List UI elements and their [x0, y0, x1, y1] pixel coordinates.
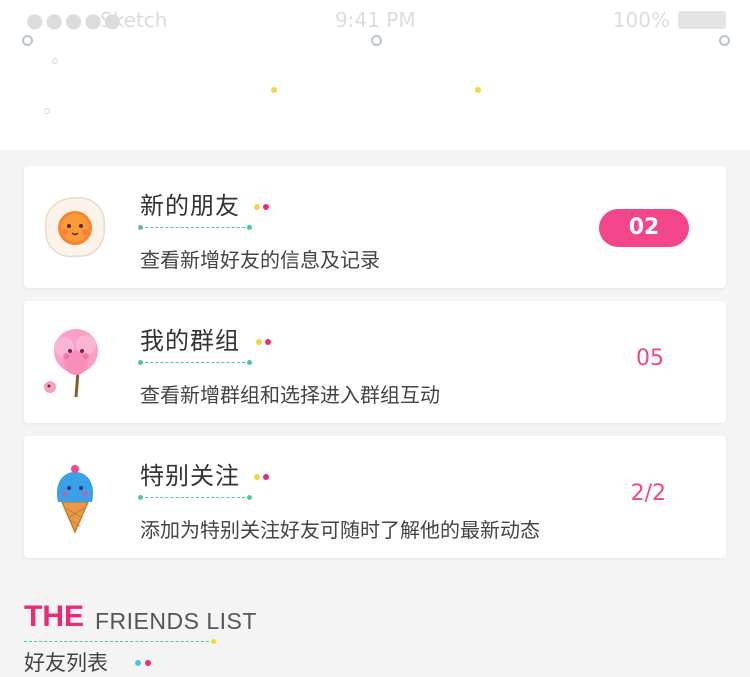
title-underline	[138, 360, 252, 365]
accent-dots-icon	[254, 204, 269, 210]
ice-cream-icon	[56, 465, 94, 534]
fried-egg-icon	[44, 197, 105, 258]
battery-icon	[678, 11, 726, 29]
battery: 100%	[613, 8, 726, 32]
accent-dots-icon	[135, 660, 151, 666]
count-badge: 02	[599, 209, 689, 247]
count-label: 05	[636, 346, 664, 371]
decor-ring-icon	[52, 58, 58, 64]
card-description: 查看新增好友的信息及记录	[140, 248, 380, 272]
status-time: 9:41 PM	[335, 8, 416, 32]
carrier-name: Sketch	[100, 8, 168, 32]
card-description: 查看新增群组和选择进入群组互动	[140, 383, 440, 407]
my-groups-card[interactable]: 我的群组 查看新增群组和选择进入群组互动 05	[24, 301, 726, 423]
friends-list-header: THE FRIENDS LIST 好友列表	[24, 600, 424, 675]
new-friends-card[interactable]: 新的朋友 查看新增好友的信息及记录 02	[24, 166, 726, 288]
decor-ring-icon	[22, 35, 33, 46]
special-attention-card[interactable]: 特别关注 添加为特别关注好友可随时了解他的最新动态 2/2	[24, 436, 726, 558]
card-title: 我的群组	[140, 327, 240, 355]
decor-dot-icon	[271, 87, 277, 93]
card-title: 特别关注	[140, 462, 240, 490]
count-label: 2/2	[630, 481, 666, 506]
section-title: FRIENDS LIST	[95, 608, 257, 634]
section-underline	[24, 639, 216, 644]
accent-dots-icon	[256, 339, 271, 345]
decor-ring-icon	[719, 35, 730, 46]
decor-ring-icon	[371, 35, 382, 46]
title-underline	[138, 495, 252, 500]
decor-ring-icon	[44, 108, 50, 114]
status-bar: ●●●●● Sketch 9:41 PM 100%	[0, 0, 750, 40]
header-area: ●●●●● Sketch 9:41 PM 100%	[0, 0, 750, 150]
card-description: 添加为特别关注好友可随时了解他的最新动态	[140, 518, 540, 542]
decor-dot-icon	[475, 87, 481, 93]
cotton-candy-icon	[44, 329, 98, 398]
accent-dots-icon	[254, 474, 269, 480]
section-subtitle: 好友列表	[24, 651, 108, 675]
battery-percent: 100%	[612, 8, 670, 32]
section-title-bold: THE	[24, 600, 84, 633]
card-title: 新的朋友	[140, 192, 240, 220]
title-underline	[138, 225, 252, 230]
